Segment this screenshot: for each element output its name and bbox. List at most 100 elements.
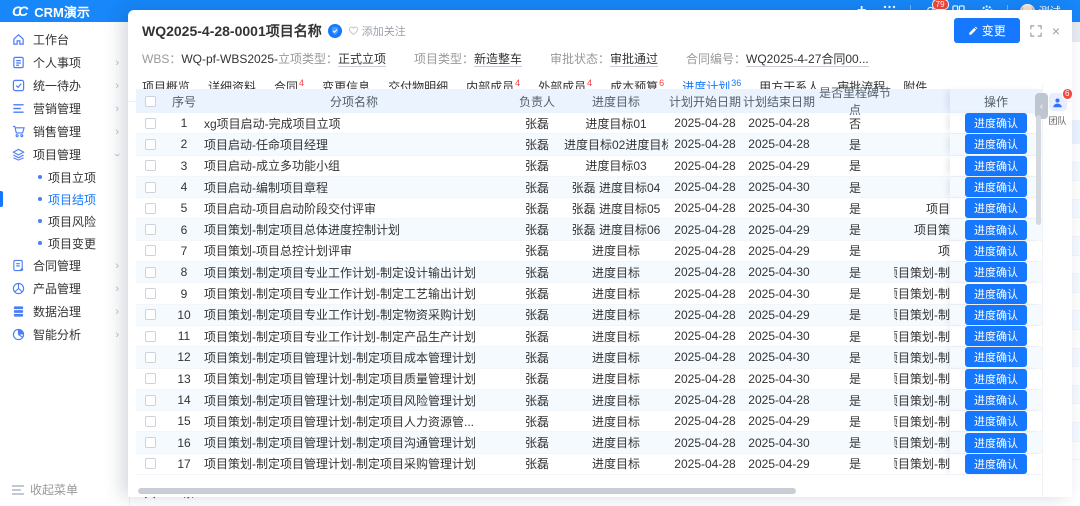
progress-target: 进度目标01 (564, 115, 668, 132)
sidebar-subitem[interactable]: 项目风险 (0, 210, 129, 232)
row-checkbox[interactable] (145, 139, 156, 150)
sidebar-item[interactable]: 营销管理› (0, 97, 129, 120)
progress-confirm-button[interactable]: 进度确认 (965, 369, 1027, 389)
progress-confirm-button[interactable]: 进度确认 (965, 134, 1027, 154)
progress-confirm-button[interactable]: 进度确认 (965, 305, 1027, 325)
planned-end-date: 2025-04-30 (742, 350, 816, 364)
sidebar-item[interactable]: 智能分析› (0, 323, 129, 346)
add-follow-button[interactable]: 添加关注 (348, 23, 406, 39)
progress-confirm-button[interactable]: 进度确认 (965, 241, 1027, 261)
sidebar-subitem[interactable]: 项目立项 (0, 166, 129, 188)
vertical-scrollbar[interactable] (1036, 115, 1041, 225)
fullscreen-icon[interactable] (1030, 25, 1042, 37)
progress-confirm-button[interactable]: 进度确认 (965, 262, 1027, 282)
progress-confirm-button[interactable]: 进度确认 (965, 390, 1027, 410)
progress-confirm-button[interactable]: 进度确认 (965, 411, 1027, 431)
subitem-name: 项目策划-制定项目专业工作计划-制定产品生产计划 (204, 328, 510, 345)
progress-confirm-button[interactable]: 进度确认 (965, 220, 1027, 240)
row-checkbox[interactable] (145, 309, 156, 320)
memo-icon (12, 56, 25, 69)
sidebar: 工作台 个人事项› 统一待办› 营销管理› 销售管理› 项目管理› 项目立项 项… (0, 22, 130, 506)
row-checkbox[interactable] (145, 373, 156, 384)
close-icon[interactable]: × (1052, 23, 1060, 39)
row-checkbox[interactable] (145, 245, 156, 256)
horizontal-scrollbar[interactable] (138, 488, 796, 494)
subitem-name: 项目策划-制定项目专业工作计划-制定设计输出计划 (204, 264, 510, 281)
row-checkbox[interactable] (145, 395, 156, 406)
sidebar-item[interactable]: 产品管理› (0, 277, 129, 300)
chevron-down-icon: › (111, 153, 123, 157)
progress-confirm-button[interactable]: 进度确认 (965, 326, 1027, 346)
row-no: 4 (164, 180, 204, 194)
progress-target: 进度目标 (564, 264, 668, 281)
progress-confirm-button[interactable]: 进度确认 (965, 347, 1027, 367)
progress-confirm-button[interactable]: 进度确认 (965, 113, 1027, 133)
progress-target: 进度目标 (564, 370, 668, 387)
is-milestone: 是 (816, 136, 894, 153)
planned-start-date: 2025-04-28 (668, 329, 742, 343)
parent-item-truncated: 项目策划-制... (894, 413, 950, 430)
brand: CC CRM演示 (12, 2, 90, 21)
sidebar-item[interactable]: 合同管理› (0, 254, 129, 277)
row-checkbox[interactable] (145, 118, 156, 129)
row-checkbox[interactable] (145, 416, 156, 427)
sidebar-item[interactable]: 项目管理› (0, 143, 129, 166)
progress-confirm-button[interactable]: 进度确认 (965, 198, 1027, 218)
progress-confirm-button[interactable]: 进度确认 (965, 177, 1027, 197)
progress-confirm-button[interactable]: 进度确认 (965, 433, 1027, 453)
row-checkbox[interactable] (145, 331, 156, 342)
planned-end-date: 2025-04-30 (742, 180, 816, 194)
row-checkbox[interactable] (145, 182, 156, 193)
row-checkbox[interactable] (145, 267, 156, 278)
row-checkbox[interactable] (145, 224, 156, 235)
verified-shield-icon (328, 24, 342, 38)
is-milestone: 是 (816, 221, 894, 238)
planned-end-date: 2025-04-28 (742, 137, 816, 151)
project-icon (12, 148, 25, 161)
parent-item-truncated: 项目策划-制... (894, 392, 950, 409)
sidebar-item[interactable]: 个人事项› (0, 51, 129, 74)
select-all-checkbox[interactable] (145, 96, 156, 107)
subitem-name: 项目启动-项目启动阶段交付评审 (204, 200, 510, 217)
row-checkbox[interactable] (145, 437, 156, 448)
todo-icon (12, 79, 25, 92)
chevron-right-icon: › (115, 329, 119, 341)
owner: 张磊 (510, 115, 564, 132)
bell-badge: 79 (932, 0, 949, 10)
table-row: 15 项目策划-制定项目管理计划-制定项目人力资源管... 张磊 进度目标 20… (136, 411, 1042, 432)
is-milestone: 是 (816, 285, 894, 302)
chevron-right-icon: › (115, 126, 119, 138)
sidebar-subitem[interactable]: 项目结项 (0, 188, 129, 210)
planned-start-date: 2025-04-28 (668, 223, 742, 237)
planned-start-date: 2025-04-28 (668, 244, 742, 258)
sidebar-item[interactable]: 工作台 (0, 28, 129, 51)
collapse-menu-button[interactable]: 收起菜单 (12, 481, 78, 498)
planned-start-date: 2025-04-28 (668, 372, 742, 386)
owner: 张磊 (510, 306, 564, 323)
row-no: 16 (164, 436, 204, 450)
sidebar-subitem[interactable]: 项目变更 (0, 232, 129, 254)
sidebar-item[interactable]: 数据治理› (0, 300, 129, 323)
sidebar-item[interactable]: 统一待办› (0, 74, 129, 97)
row-checkbox[interactable] (145, 288, 156, 299)
team-members-icon[interactable]: 6 (1049, 93, 1067, 111)
row-checkbox[interactable] (145, 458, 156, 469)
chevron-right-icon: › (115, 260, 119, 272)
heart-icon (348, 25, 359, 36)
row-checkbox[interactable] (145, 160, 156, 171)
team-badge: 6 (1062, 88, 1072, 100)
planned-start-date: 2025-04-28 (668, 350, 742, 364)
row-checkbox[interactable] (145, 203, 156, 214)
row-no: 7 (164, 244, 204, 258)
progress-confirm-button[interactable]: 进度确认 (965, 284, 1027, 304)
sidebar-item-label: 数据治理 (33, 303, 107, 320)
row-checkbox[interactable] (145, 352, 156, 363)
is-milestone: 是 (816, 179, 894, 196)
progress-confirm-button[interactable]: 进度确认 (965, 156, 1027, 176)
sidebar-item[interactable]: 销售管理› (0, 120, 129, 143)
planned-end-date: 2025-04-29 (742, 414, 816, 428)
subitem-name: 项目策划-制定项目管理计划-制定项目风险管理计划 (204, 392, 510, 409)
planned-end-date: 2025-04-29 (742, 159, 816, 173)
change-button[interactable]: 变更 (954, 18, 1020, 43)
progress-confirm-button[interactable]: 进度确认 (965, 454, 1027, 474)
